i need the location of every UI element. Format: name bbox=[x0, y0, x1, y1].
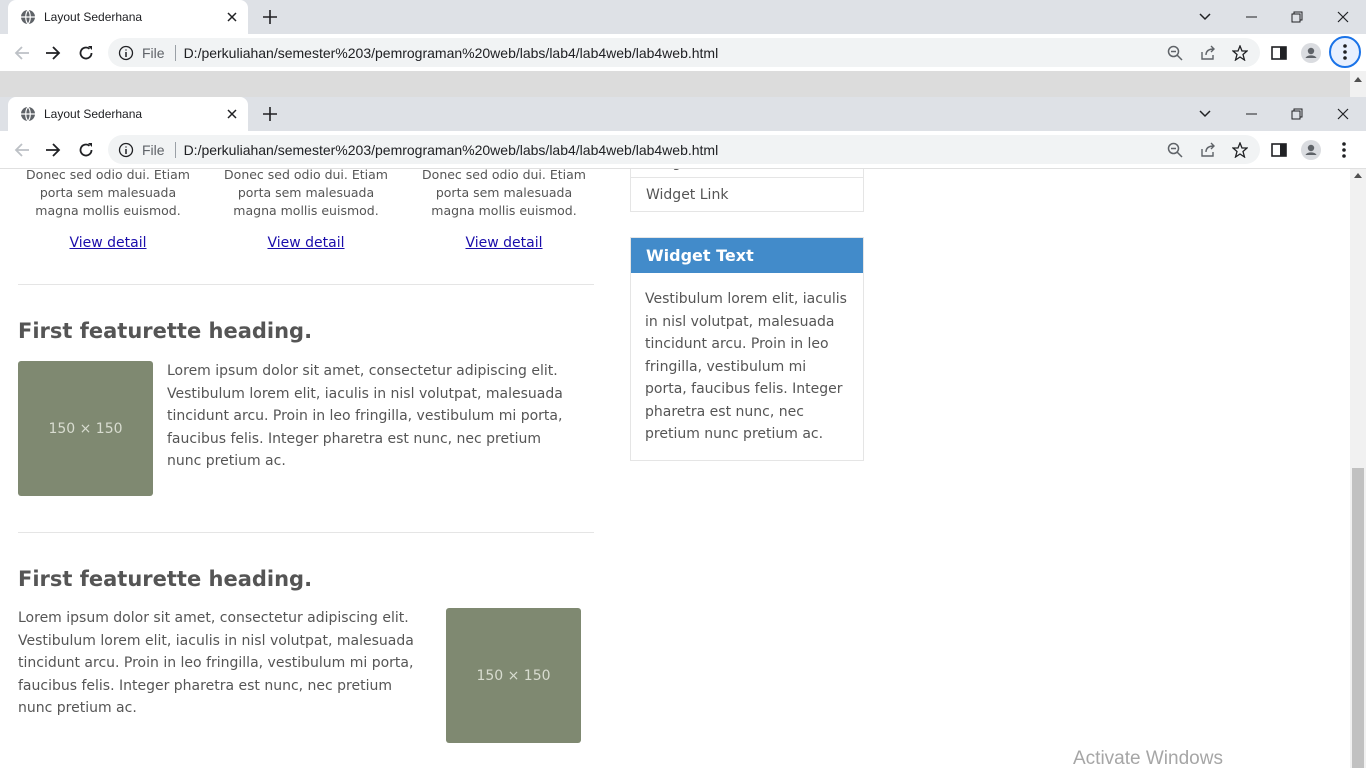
featurette-heading: First featurette heading. bbox=[18, 319, 313, 343]
omnibox-separator bbox=[174, 141, 176, 158]
zoom-icon[interactable] bbox=[1166, 44, 1184, 62]
column-text: Donec sed odio dui. Etiam porta sem male… bbox=[422, 169, 586, 218]
bookmark-star-icon[interactable] bbox=[1231, 44, 1249, 62]
back-arrow-icon[interactable] bbox=[9, 137, 35, 163]
reload-icon[interactable] bbox=[73, 40, 99, 66]
close-tab-icon[interactable] bbox=[224, 106, 240, 122]
widget-links-panel: Widget Link Widget Link bbox=[630, 169, 864, 212]
widget-text-body: Vestibulum lorem elit, iaculis in nisl v… bbox=[645, 291, 847, 442]
activate-windows-watermark: Activate Windows bbox=[1073, 748, 1223, 768]
featurette-divider bbox=[18, 284, 594, 285]
address-bar[interactable]: File D:/perkuliahan/semester%203/pemrogr… bbox=[108, 38, 1260, 67]
featurette-text: Lorem ipsum dolor sit amet, consectetur … bbox=[18, 610, 414, 716]
browser-toolbar: File D:/perkuliahan/semester%203/pemrogr… bbox=[0, 131, 1366, 169]
info-column: Donec sed odio dui. Etiam porta sem male… bbox=[414, 169, 594, 252]
back-arrow-icon[interactable] bbox=[9, 40, 35, 66]
new-tab-icon[interactable] bbox=[260, 104, 280, 124]
column-text: Donec sed odio dui. Etiam porta sem male… bbox=[224, 169, 388, 218]
url-text[interactable]: D:/perkuliahan/semester%203/pemrograman%… bbox=[184, 142, 719, 158]
url-text[interactable]: D:/perkuliahan/semester%203/pemrograman%… bbox=[184, 45, 719, 61]
page-scrollbar[interactable] bbox=[1350, 169, 1366, 768]
globe-icon bbox=[20, 106, 36, 122]
forward-arrow-icon[interactable] bbox=[40, 137, 66, 163]
info-icon[interactable] bbox=[118, 142, 134, 158]
info-icon[interactable] bbox=[118, 45, 134, 61]
scrollbar-thumb[interactable] bbox=[1352, 468, 1364, 768]
zoom-icon[interactable] bbox=[1166, 141, 1184, 159]
featurette-text: Lorem ipsum dolor sit amet, consectetur … bbox=[167, 363, 563, 469]
share-icon[interactable] bbox=[1199, 44, 1217, 62]
omnibox-separator bbox=[174, 44, 176, 61]
close-window-icon[interactable] bbox=[1320, 97, 1366, 131]
browser-tab[interactable]: Layout Sederhana bbox=[8, 97, 248, 131]
scroll-up-icon[interactable] bbox=[1354, 173, 1362, 178]
close-tab-icon[interactable] bbox=[224, 9, 240, 25]
background-window-content bbox=[0, 71, 1366, 97]
tab-title: Layout Sederhana bbox=[44, 10, 143, 24]
background-scrollbar bbox=[1350, 71, 1366, 97]
tab-strip: Layout Sederhana bbox=[0, 0, 1366, 34]
browser-toolbar: File D:/perkuliahan/semester%203/pemrogr… bbox=[0, 34, 1366, 71]
placeholder-label: 150 × 150 bbox=[476, 667, 551, 684]
restore-icon[interactable] bbox=[1274, 0, 1320, 34]
reload-icon[interactable] bbox=[73, 137, 99, 163]
info-column: Donec sed odio dui. Etiam porta sem male… bbox=[18, 169, 198, 252]
forward-arrow-icon[interactable] bbox=[40, 40, 66, 66]
scroll-up-icon[interactable] bbox=[1354, 77, 1362, 82]
placeholder-image: 150 × 150 bbox=[446, 608, 581, 743]
address-bar[interactable]: File D:/perkuliahan/semester%203/pemrogr… bbox=[108, 135, 1260, 164]
featurette-divider bbox=[18, 532, 594, 533]
globe-icon bbox=[20, 9, 36, 25]
minimize-icon[interactable] bbox=[1228, 97, 1274, 131]
placeholder-label: 150 × 150 bbox=[48, 420, 123, 437]
restore-icon[interactable] bbox=[1274, 97, 1320, 131]
widget-text-panel: Widget Text Vestibulum lorem elit, iacul… bbox=[630, 237, 864, 461]
placeholder-image: 150 × 150 bbox=[18, 361, 153, 496]
browser-tab[interactable]: Layout Sederhana bbox=[8, 0, 248, 34]
tab-search-chevron-icon[interactable] bbox=[1182, 0, 1228, 34]
tab-search-chevron-icon[interactable] bbox=[1182, 97, 1228, 131]
widget-text-title: Widget Text bbox=[631, 238, 863, 273]
info-column: Donec sed odio dui. Etiam porta sem male… bbox=[216, 169, 396, 252]
profile-avatar-icon[interactable] bbox=[1299, 41, 1323, 65]
tab-strip: Layout Sederhana bbox=[0, 97, 1366, 131]
minimize-icon[interactable] bbox=[1228, 0, 1274, 34]
share-icon[interactable] bbox=[1199, 141, 1217, 159]
page-viewport: Donec sed odio dui. Etiam porta sem male… bbox=[0, 169, 1350, 768]
view-detail-link[interactable]: View detail bbox=[465, 234, 542, 252]
side-panel-icon[interactable] bbox=[1267, 138, 1291, 162]
widget-link[interactable]: Widget Link bbox=[631, 177, 863, 211]
browser-menu-icon[interactable] bbox=[1329, 36, 1361, 68]
widget-link[interactable]: Widget Link bbox=[631, 169, 863, 177]
column-text: Donec sed odio dui. Etiam porta sem male… bbox=[26, 169, 190, 218]
profile-avatar-icon[interactable] bbox=[1299, 138, 1323, 162]
view-detail-link[interactable]: View detail bbox=[267, 234, 344, 252]
browser-window-front: Layout Sederhana File D:/perkuliahan/sem… bbox=[0, 97, 1366, 169]
new-tab-icon[interactable] bbox=[260, 7, 280, 27]
close-window-icon[interactable] bbox=[1320, 0, 1366, 34]
file-label: File bbox=[142, 44, 165, 61]
side-panel-icon[interactable] bbox=[1267, 41, 1291, 65]
tab-title: Layout Sederhana bbox=[44, 107, 143, 121]
browser-menu-icon[interactable] bbox=[1332, 138, 1356, 162]
file-label: File bbox=[142, 141, 165, 158]
featurette-heading: First featurette heading. bbox=[18, 567, 313, 591]
bookmark-star-icon[interactable] bbox=[1231, 141, 1249, 159]
browser-window-back: Layout Sederhana File D:/perkuliahan/sem… bbox=[0, 0, 1366, 71]
view-detail-link[interactable]: View detail bbox=[69, 234, 146, 252]
